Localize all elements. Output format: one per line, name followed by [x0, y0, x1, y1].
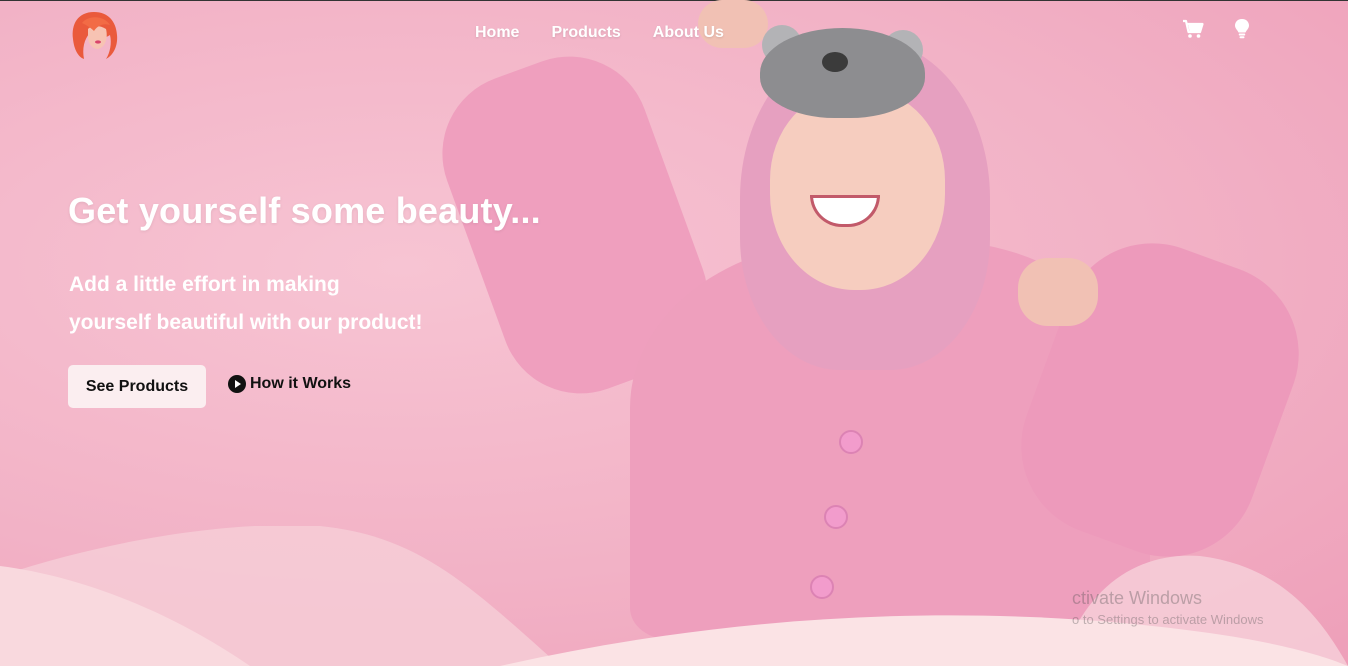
activate-windows-watermark: ctivate Windows o to Settings to activat… [1072, 587, 1263, 631]
cardigan-button [839, 430, 863, 454]
hero-subtitle-line-1: Add a little effort in making [69, 273, 340, 296]
nav-about-us[interactable]: About Us [653, 22, 724, 44]
main-nav: Home Products About Us [475, 22, 724, 44]
hero-headline: Get yourself some beauty... [68, 190, 541, 231]
see-products-button[interactable]: See Products [68, 365, 206, 408]
how-it-works-label: How it Works [250, 375, 352, 392]
brand-logo[interactable] [68, 9, 120, 61]
watermark-title: ctivate Windows [1072, 588, 1203, 608]
lightbulb-icon [1235, 19, 1249, 39]
play-circle-icon [228, 375, 246, 393]
woman-face-logo-icon [72, 12, 118, 59]
watermark-subtitle: o to Settings to activate Windows [1072, 612, 1264, 627]
hero-subtitle: Add a little effort in making yourself b… [69, 266, 423, 342]
how-it-works-link[interactable]: How it Works [228, 375, 351, 393]
nav-products[interactable]: Products [551, 22, 620, 44]
cart-icon [1183, 19, 1204, 38]
koala-sleep-mask [760, 28, 925, 118]
model-face [770, 90, 945, 290]
hero-subtitle-line-2: yourself beautiful with our product! [69, 311, 423, 334]
mask-nose [822, 52, 848, 72]
model-right-hand [1018, 258, 1098, 326]
theme-toggle-button[interactable] [1231, 18, 1253, 40]
cart-button[interactable] [1182, 18, 1204, 40]
nav-home[interactable]: Home [475, 22, 519, 44]
